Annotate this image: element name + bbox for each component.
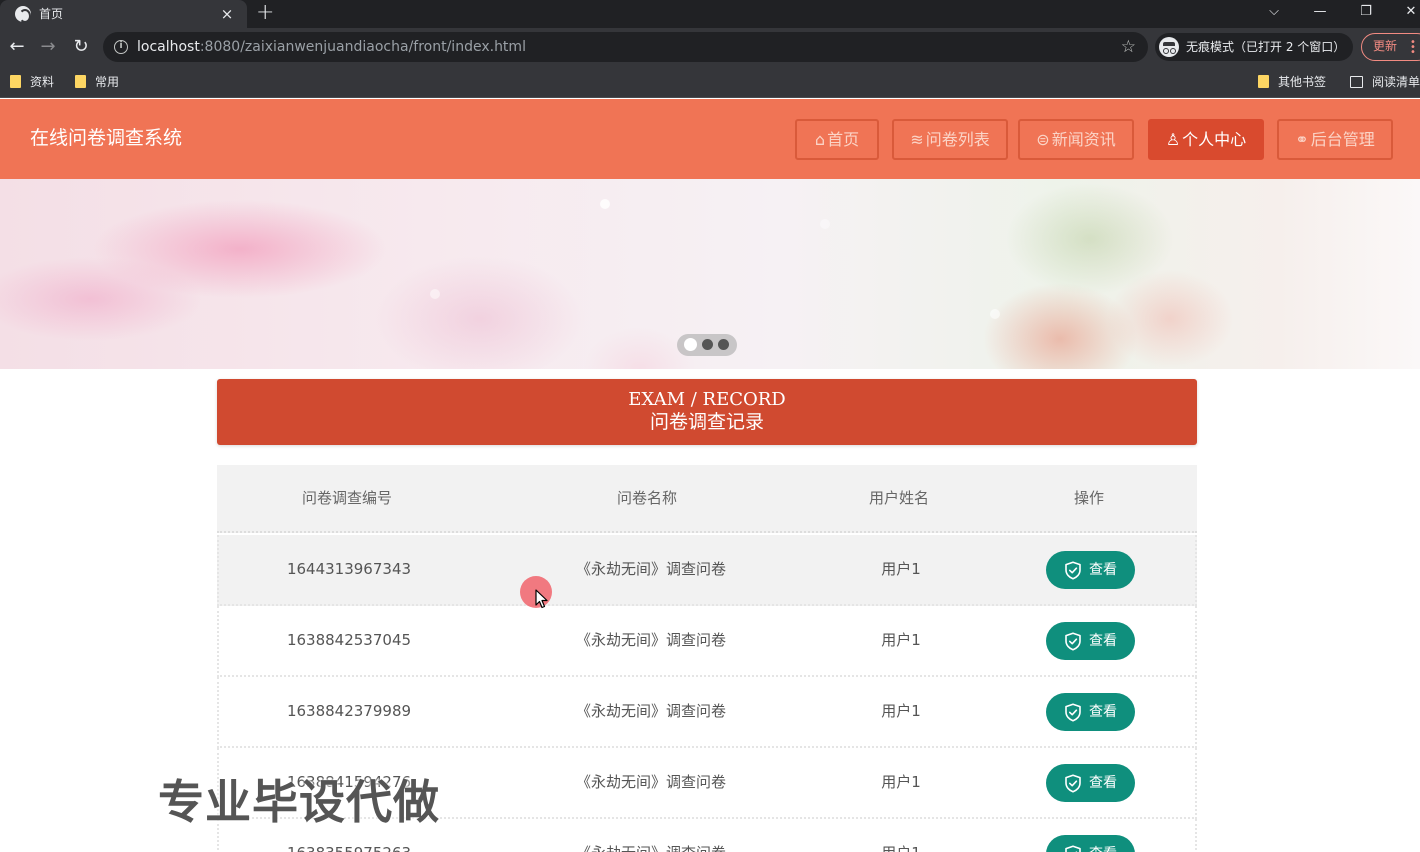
shield-check-icon bbox=[1065, 561, 1081, 580]
view-button[interactable]: 查看 bbox=[1046, 835, 1135, 852]
user-icon: ♙ bbox=[1165, 130, 1181, 149]
bookmark-folder-other[interactable]: 其他书签 bbox=[1258, 73, 1326, 91]
tab-close-icon[interactable]: × bbox=[220, 4, 234, 24]
mouse-cursor-icon bbox=[535, 589, 548, 609]
close-window-button[interactable]: ✕ bbox=[1402, 3, 1420, 21]
table-row: 1638842537045 《永劫无间》调查问卷 用户1 查看 bbox=[217, 606, 1197, 677]
carousel-dot-1[interactable] bbox=[684, 338, 697, 351]
section-title-zh: 问卷调查记录 bbox=[649, 411, 764, 433]
cell-user-name: 用户1 bbox=[881, 702, 921, 720]
url-text[interactable]: localhost:8080/zaixianwenjuandiaocha/fro… bbox=[137, 39, 526, 55]
folder-icon bbox=[1258, 75, 1269, 88]
link-icon: ⚭ bbox=[1295, 130, 1309, 149]
bookmarks-bar: 资料 常用 其他书签 阅读清单 bbox=[0, 67, 1420, 98]
shield-check-icon bbox=[1065, 774, 1081, 793]
view-button[interactable]: 查看 bbox=[1046, 551, 1135, 589]
browser-menu-icon[interactable]: • • • bbox=[1410, 38, 1416, 58]
restore-button[interactable]: ❐ bbox=[1357, 3, 1375, 21]
news-icon: ⊜ bbox=[1036, 130, 1050, 149]
incognito-icon bbox=[1159, 37, 1179, 57]
cell-user-name: 用户1 bbox=[881, 773, 921, 791]
folder-icon bbox=[10, 75, 21, 88]
banner-carousel[interactable] bbox=[0, 179, 1420, 369]
carousel-indicators bbox=[677, 334, 737, 356]
view-button[interactable]: 查看 bbox=[1046, 693, 1135, 731]
site-info-icon[interactable]: i bbox=[114, 40, 128, 54]
table-row: 1638842379989 《永劫无间》调查问卷 用户1 查看 bbox=[217, 677, 1197, 748]
table-row: 1644313967343 《永劫无间》调查问卷 用户1 查看 bbox=[217, 535, 1197, 606]
shield-check-icon bbox=[1065, 703, 1081, 722]
nav-user-center[interactable]: ♙ 个人中心 bbox=[1148, 119, 1264, 160]
view-button-label: 查看 bbox=[1089, 562, 1117, 578]
column-header-action: 操作 bbox=[1073, 489, 1105, 507]
incognito-label: 无痕模式（已打开 2 个窗口） bbox=[1186, 40, 1346, 54]
carousel-dot-3[interactable] bbox=[718, 339, 729, 350]
cell-user-name: 用户1 bbox=[881, 560, 921, 578]
site-title: 在线问卷调查系统 bbox=[30, 127, 183, 149]
view-button[interactable]: 查看 bbox=[1046, 764, 1135, 802]
minimize-button[interactable]: — bbox=[1311, 3, 1329, 21]
browser-tab[interactable]: 首页 × bbox=[0, 0, 247, 28]
nav-news[interactable]: ⊜ 新闻资讯 bbox=[1018, 119, 1134, 160]
new-tab-button[interactable]: + bbox=[256, 2, 274, 24]
reading-list[interactable]: 阅读清单 bbox=[1350, 73, 1420, 91]
globe-icon bbox=[15, 6, 31, 23]
shield-check-icon bbox=[1065, 845, 1081, 852]
watermark-text: 专业毕设代做 bbox=[158, 775, 440, 829]
tab-title: 首页 bbox=[39, 7, 64, 21]
column-header-name: 问卷名称 bbox=[616, 489, 678, 507]
back-icon[interactable]: ← bbox=[7, 36, 27, 58]
shield-check-icon bbox=[1065, 632, 1081, 651]
section-title: EXAM / RECORD 问卷调查记录 bbox=[217, 379, 1197, 445]
nav-survey-list[interactable]: ≋ 问卷列表 bbox=[892, 119, 1008, 160]
view-button-label: 查看 bbox=[1089, 835, 1117, 852]
layers-icon: ≋ bbox=[910, 130, 924, 149]
view-button-label: 查看 bbox=[1089, 775, 1117, 791]
cell-survey-id: 1638842379989 bbox=[286, 702, 412, 720]
browser-tab-strip: 首页 × + ⌵ — ❐ ✕ bbox=[0, 0, 1420, 28]
site-header: 在线问卷调查系统 ⌂ 首页 ≋ 问卷列表 ⊜ 新闻资讯 ♙ 个人中心 ⚭ 后台管理 bbox=[0, 99, 1420, 179]
cell-survey-id: 1638355975263 bbox=[287, 844, 411, 852]
bookmark-folder-常用[interactable]: 常用 bbox=[75, 73, 119, 91]
home-icon: ⌂ bbox=[814, 130, 826, 149]
reload-icon[interactable]: ↻ bbox=[71, 36, 91, 58]
tab-search-icon[interactable]: ⌵ bbox=[1265, 3, 1283, 21]
column-header-id: 问卷调查编号 bbox=[301, 489, 393, 507]
table-header: 问卷调查编号 问卷名称 用户姓名 操作 bbox=[217, 465, 1197, 533]
view-button-label: 查看 bbox=[1089, 704, 1117, 720]
cell-user-name: 用户1 bbox=[881, 631, 921, 649]
bookmark-folder-资料[interactable]: 资料 bbox=[10, 73, 54, 91]
address-bar[interactable]: i localhost:8080/zaixianwenjuandiaocha/f… bbox=[103, 32, 1148, 62]
cell-survey-id: 1644313967343 bbox=[286, 560, 412, 578]
cell-survey-name: 《永劫无间》调查问卷 bbox=[575, 560, 727, 578]
cell-survey-name: 《永劫无间》调查问卷 bbox=[576, 844, 726, 852]
browser-toolbar: ← → ↻ i localhost:8080/zaixianwenjuandia… bbox=[0, 28, 1420, 67]
nav-home[interactable]: ⌂ 首页 bbox=[795, 119, 879, 160]
view-button[interactable]: 查看 bbox=[1046, 622, 1135, 660]
cell-survey-id: 1638842537045 bbox=[286, 631, 412, 649]
column-header-user: 用户姓名 bbox=[868, 489, 930, 507]
cell-survey-name: 《永劫无间》调查问卷 bbox=[575, 702, 727, 720]
view-button-label: 查看 bbox=[1089, 633, 1117, 649]
folder-icon bbox=[75, 75, 86, 88]
cell-survey-name: 《永劫无间》调查问卷 bbox=[575, 773, 727, 791]
incognito-indicator[interactable]: 无痕模式（已打开 2 个窗口） bbox=[1155, 33, 1353, 61]
section-title-en: EXAM / RECORD bbox=[628, 389, 786, 410]
forward-icon[interactable]: → bbox=[38, 36, 58, 58]
bookmark-star-icon[interactable]: ☆ bbox=[1121, 37, 1136, 57]
cell-user-name: 用户1 bbox=[881, 844, 921, 852]
nav-admin[interactable]: ⚭ 后台管理 bbox=[1277, 119, 1393, 160]
cell-survey-name: 《永劫无间》调查问卷 bbox=[575, 631, 727, 649]
reading-list-icon bbox=[1350, 75, 1363, 88]
carousel-dot-2[interactable] bbox=[702, 339, 713, 350]
